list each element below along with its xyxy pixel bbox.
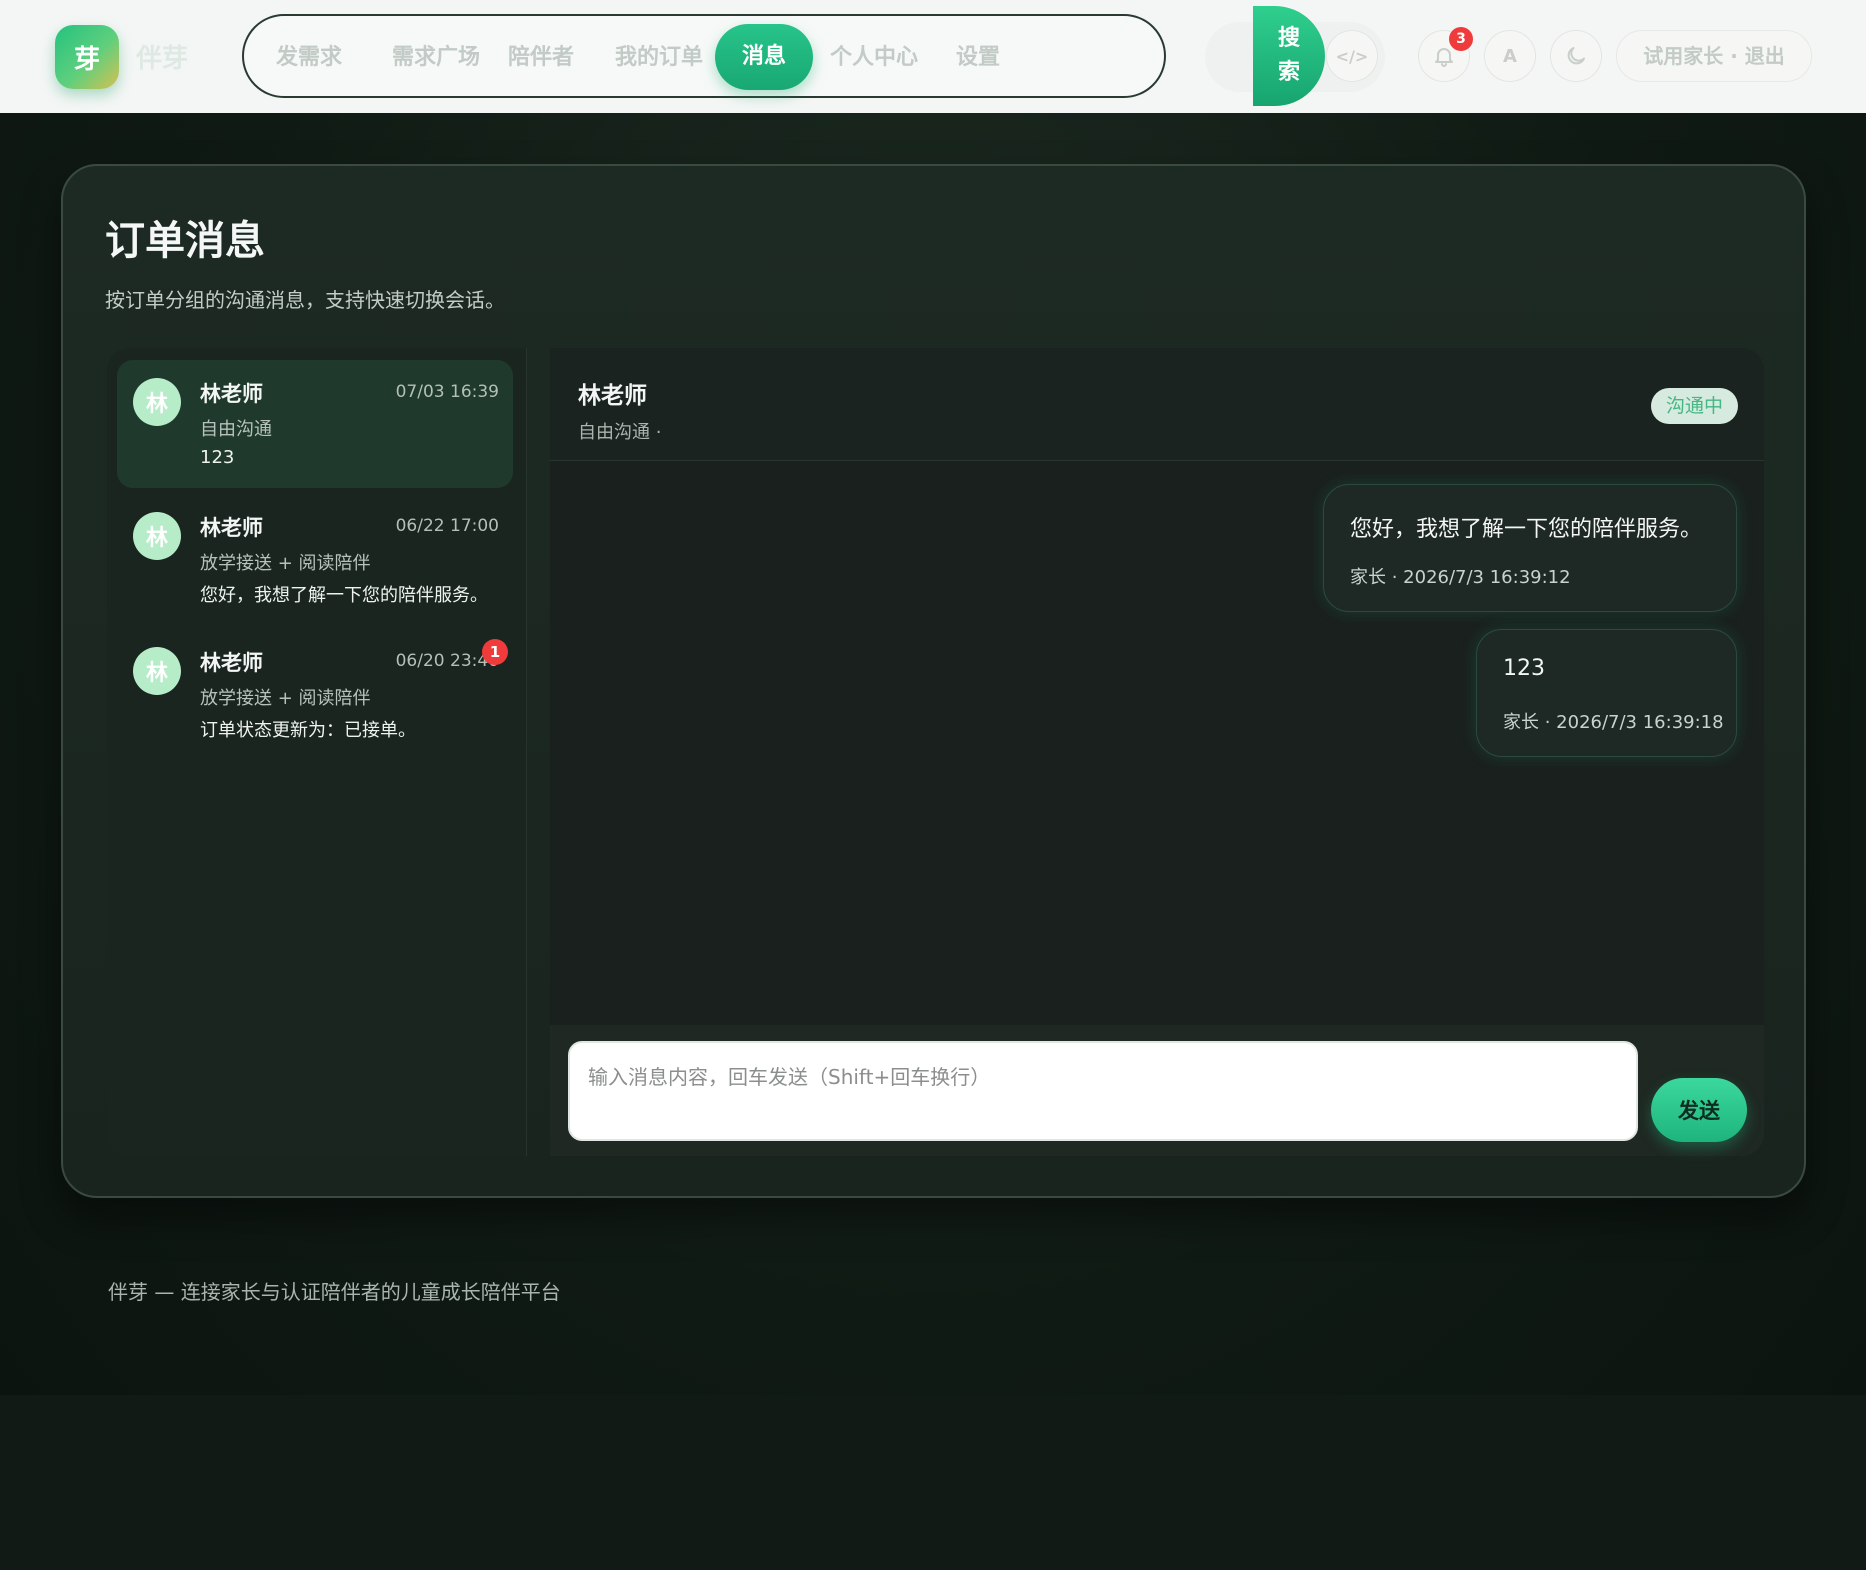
nav-messages[interactable]: 消息	[715, 24, 814, 90]
conversation-time: 06/22 17:00	[395, 516, 499, 536]
logo-icon[interactable]: 芽	[55, 25, 119, 89]
avatar: 林	[133, 378, 181, 426]
conversation-topic: 自由沟通	[200, 419, 272, 440]
chat-topic: 自由沟通 ·	[578, 422, 662, 443]
conversation-item[interactable]: 林 林老师 06/22 17:00 放学接送 + 阅读陪伴 您好，我想了解一下您…	[117, 494, 513, 622]
message-text: 123	[1503, 656, 1545, 681]
chat-panel: 林老师 自由沟通 · 沟通中 您好，我想了解一下您的陪伴服务。 家长 · 202…	[550, 348, 1764, 1156]
conversation-item[interactable]: 林 林老师 07/03 16:39 自由沟通 123	[117, 360, 513, 488]
font-size-button[interactable]: A	[1484, 30, 1536, 82]
nav-personal-center[interactable]: 个人中心	[830, 38, 918, 78]
conversation-preview: 您好，我想了解一下您的陪伴服务。	[200, 585, 488, 606]
theme-toggle-button[interactable]	[1550, 30, 1602, 82]
send-button[interactable]: 发送	[1651, 1078, 1747, 1142]
page-title: 订单消息	[105, 218, 265, 264]
footer-text: 伴芽 — 连接家长与认证陪伴者的儿童成长陪伴平台	[108, 1280, 561, 1304]
conversation-name: 林老师	[200, 382, 263, 406]
nav-my-orders[interactable]: 我的订单	[615, 38, 703, 78]
conversation-topic: 放学接送 + 阅读陪伴	[200, 553, 371, 574]
chat-contact-name: 林老师	[578, 383, 647, 409]
moon-icon	[1567, 47, 1585, 65]
notification-count-badge: 3	[1449, 27, 1473, 51]
chat-header: 林老师 自由沟通 · 沟通中	[550, 348, 1764, 461]
message-text: 您好，我想了解一下您的陪伴服务。	[1350, 517, 1703, 542]
message-meta: 家长 · 2026/7/3 16:39:18	[1503, 712, 1724, 733]
nav-settings[interactable]: 设置	[956, 38, 1000, 78]
status-badge: 沟通中	[1650, 388, 1738, 424]
search-label-bottom: 索	[1277, 60, 1300, 85]
conversation-preview: 123	[200, 447, 235, 468]
message-composer: 发送	[550, 1025, 1764, 1156]
conversation-name: 林老师	[200, 651, 263, 675]
code-icon[interactable]: </>	[1326, 30, 1378, 82]
conversation-list: 林 林老师 07/03 16:39 自由沟通 123 林 林老师 06/22 1…	[107, 348, 527, 1156]
nav-post-request[interactable]: 发需求	[276, 38, 342, 78]
message-bubble: 您好，我想了解一下您的陪伴服务。 家长 · 2026/7/3 16:39:12	[1323, 484, 1737, 612]
search-label-top: 搜	[1277, 26, 1300, 51]
conversation-topic: 放学接送 + 阅读陪伴	[200, 688, 371, 709]
nav-companions[interactable]: 陪伴者	[508, 38, 574, 78]
unread-badge: 1	[482, 639, 508, 665]
page-bottom-band	[0, 1395, 1866, 1570]
user-logout-button[interactable]: 试用家长 · 退出	[1616, 30, 1812, 82]
brand-name[interactable]: 伴芽	[136, 38, 188, 75]
message-input[interactable]	[568, 1041, 1638, 1141]
top-navigation-bar: 芽 伴芽 发需求 需求广场 陪伴者 我的订单 消息 个人中心 设置 搜 索 </…	[0, 0, 1866, 113]
page-subtitle: 按订单分组的沟通消息，支持快速切换会话。	[105, 288, 505, 312]
message-meta: 家长 · 2026/7/3 16:39:12	[1350, 567, 1571, 588]
conversation-preview: 订单状态更新为：已接单。	[200, 720, 416, 741]
conversation-item[interactable]: 林 林老师 06/20 23:40 放学接送 + 阅读陪伴 订单状态更新为：已接…	[117, 629, 513, 757]
message-bubble: 123 家长 · 2026/7/3 16:39:18	[1476, 629, 1737, 757]
main-nav: 发需求 需求广场 陪伴者 我的订单 消息 个人中心 设置	[242, 14, 1166, 98]
conversation-time: 07/03 16:39	[395, 382, 499, 402]
avatar: 林	[133, 647, 181, 695]
order-messages-card: 订单消息 按订单分组的沟通消息，支持快速切换会话。 林 林老师 07/03 16…	[61, 164, 1806, 1198]
conversation-name: 林老师	[200, 516, 263, 540]
nav-request-square[interactable]: 需求广场	[392, 38, 480, 78]
avatar: 林	[133, 512, 181, 560]
font-icon: A	[1503, 45, 1517, 67]
message-thread: 您好，我想了解一下您的陪伴服务。 家长 · 2026/7/3 16:39:12 …	[550, 461, 1764, 1025]
